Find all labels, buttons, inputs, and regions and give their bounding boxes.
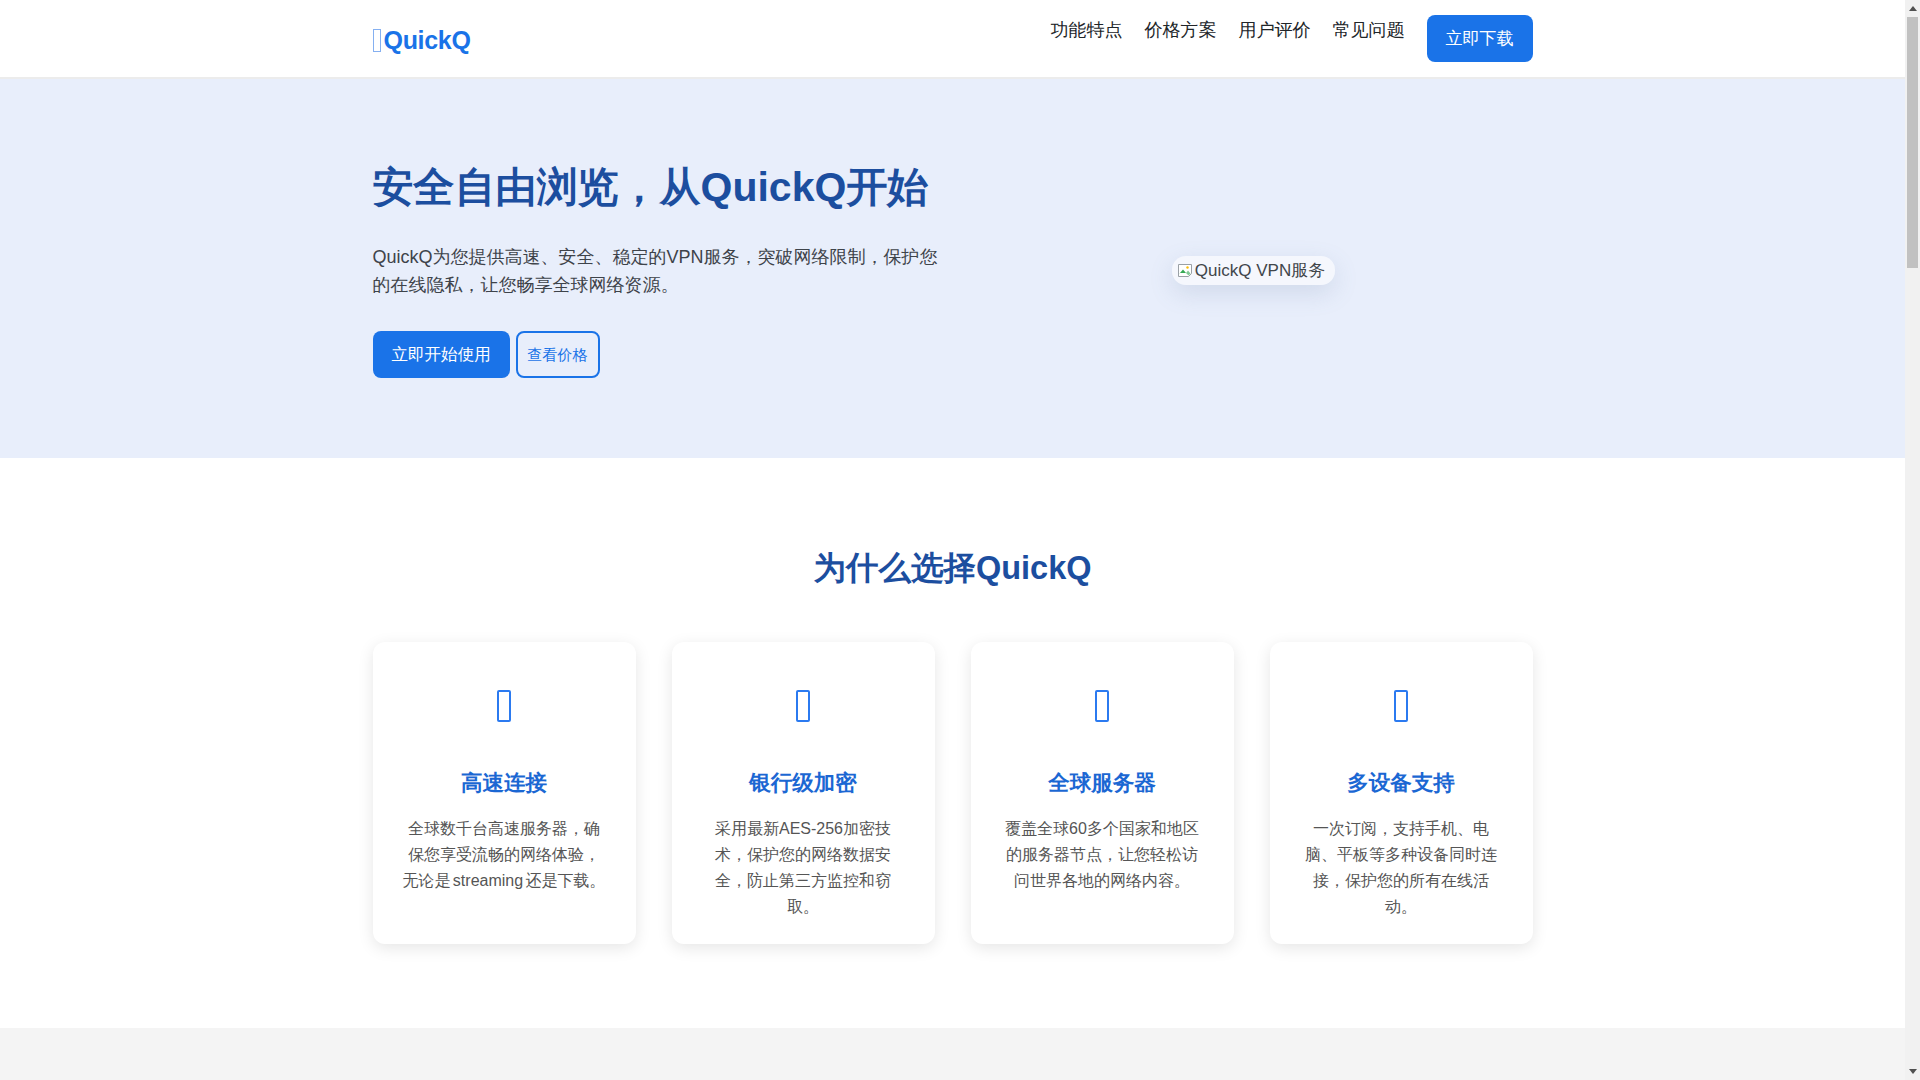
feature-card-servers: 全球服务器 覆盖全球60多个国家和地区的服务器节点，让您轻松访问世界各地的网络内… (971, 642, 1234, 944)
feature-card-devices: 多设备支持 一次订阅，支持手机、电脑、平板等多种设备同时连接，保护您的所有在线活… (1270, 642, 1533, 944)
navbar: QuickQ 功能特点 价格方案 用户评价 常见问题 立即下载 (0, 0, 1905, 79)
missing-glyph-icon (497, 690, 511, 722)
scrollbar-thumb[interactable] (1907, 17, 1918, 268)
scrollbar (1905, 0, 1920, 1080)
missing-glyph-icon (796, 690, 810, 722)
feature-card-description: 一次订阅，支持手机、电脑、平板等多种设备同时连接，保护您的所有在线活动。 (1299, 816, 1504, 920)
missing-glyph-icon (1095, 690, 1109, 722)
nav-link-pricing[interactable]: 价格方案 (1145, 18, 1217, 42)
hero-image-alt-text: QuickQ VPN服务 (1195, 259, 1325, 282)
feature-icon-speed (402, 682, 607, 730)
hero-section: 安全自由浏览，从QuickQ开始 QuickQ为您提供高速、安全、稳定的VPN服… (0, 79, 1905, 458)
nav-menu: 功能特点 价格方案 用户评价 常见问题 立即下载 (1051, 15, 1533, 62)
feature-icon-servers (1000, 682, 1205, 730)
broken-image-icon (1177, 263, 1193, 279)
feature-card-title: 银行级加密 (701, 770, 906, 796)
feature-card-description: 覆盖全球60多个国家和地区的服务器节点，让您轻松访问世界各地的网络内容。 (1000, 816, 1205, 894)
features-title: 为什么选择QuickQ (0, 548, 1905, 588)
logo-placeholder-icon (373, 29, 381, 52)
hero-description: QuickQ为您提供高速、安全、稳定的VPN服务，突破网络限制，保护您的在线隐私… (373, 243, 943, 299)
nav-link-reviews[interactable]: 用户评价 (1239, 18, 1311, 42)
feature-icon-encryption (701, 682, 906, 730)
feature-icon-devices (1299, 682, 1504, 730)
hero-title: 安全自由浏览，从QuickQ开始 (373, 163, 953, 211)
scroll-up-arrow-icon (1909, 6, 1917, 11)
brand-name: QuickQ (384, 26, 471, 55)
features-section: 为什么选择QuickQ 高速连接 全球数千台高速服务器，确保您享受流畅的网络体验… (0, 458, 1905, 1028)
next-section-strip (0, 1028, 1905, 1080)
get-started-button[interactable]: 立即开始使用 (373, 331, 510, 378)
scroll-down-arrow-icon (1909, 1069, 1917, 1074)
missing-glyph-icon (1394, 690, 1408, 722)
hero-image-broken: QuickQ VPN服务 (1172, 256, 1335, 285)
nav-link-features[interactable]: 功能特点 (1051, 18, 1123, 42)
feature-card-title: 全球服务器 (1000, 770, 1205, 796)
brand-logo[interactable]: QuickQ (373, 26, 471, 55)
feature-card-encryption: 银行级加密 采用最新AES-256加密技术，保护您的网络数据安全，防止第三方监控… (672, 642, 935, 944)
feature-card-description: 全球数千台高速服务器，确保您享受流畅的网络体验，无论是 streaming 还是… (402, 816, 607, 894)
page: QuickQ 功能特点 价格方案 用户评价 常见问题 立即下载 安全自由浏览，从… (0, 0, 1905, 1080)
view-pricing-button[interactable]: 查看价格 (516, 331, 600, 378)
feature-card-speed: 高速连接 全球数千台高速服务器，确保您享受流畅的网络体验，无论是 streami… (373, 642, 636, 944)
feature-card-title: 高速连接 (402, 770, 607, 796)
nav-link-faq[interactable]: 常见问题 (1333, 18, 1405, 42)
download-button[interactable]: 立即下载 (1427, 15, 1533, 62)
feature-card-title: 多设备支持 (1299, 770, 1504, 796)
feature-card-description: 采用最新AES-256加密技术，保护您的网络数据安全，防止第三方监控和窃取。 (701, 816, 906, 920)
